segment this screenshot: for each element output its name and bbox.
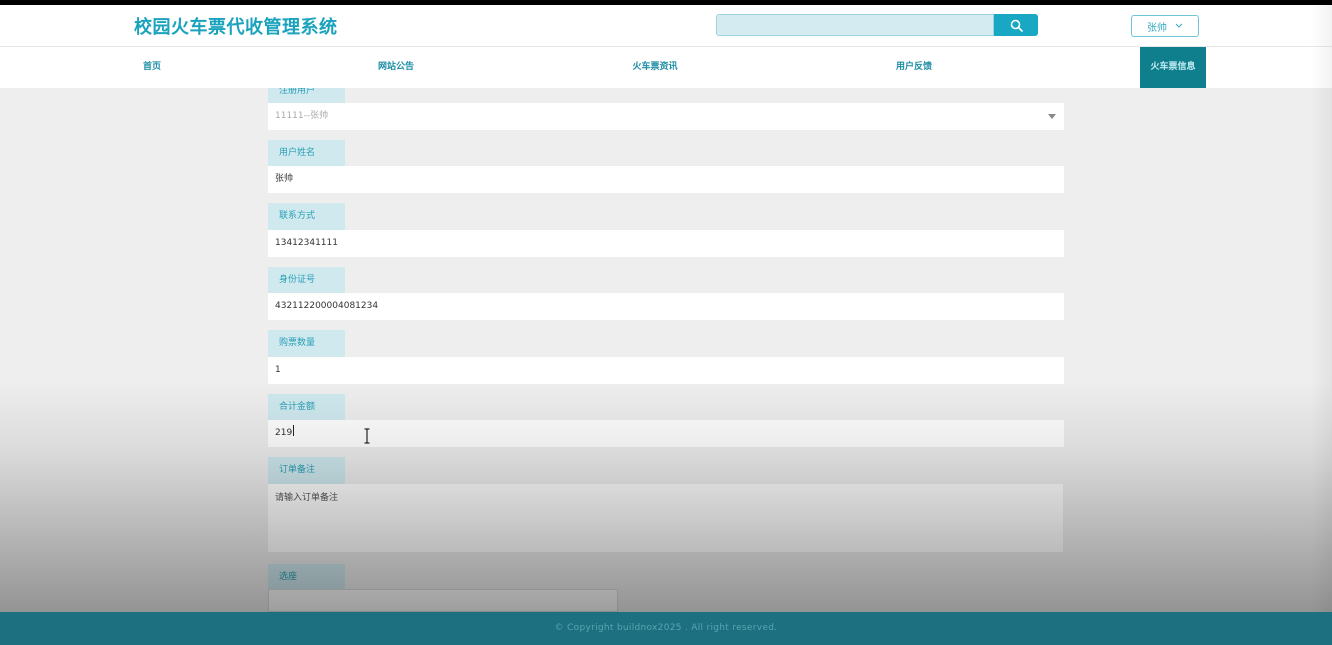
footer: © Copyright buildnox2025 . All right res… [0, 612, 1332, 645]
text-caret [293, 425, 295, 436]
order-form: 注册用户 11111--张帅 用户姓名 张帅 联系方式 13412341111 … [0, 88, 1332, 612]
field-label: 用户姓名 [268, 140, 345, 167]
user-name: 张帅 [1147, 22, 1167, 34]
seat-selector[interactable] [268, 589, 618, 612]
id-number-input[interactable]: 432112200004081234 [268, 293, 1064, 320]
user-name-input[interactable]: 张帅 [268, 166, 1064, 193]
field-label: 身份证号 [268, 267, 345, 294]
field-label: 选座 [268, 564, 345, 591]
scrollbar-track[interactable] [1310, 5, 1332, 612]
quantity-input[interactable]: 1 [268, 357, 1064, 384]
main-nav: 首页 网站公告 火车票资讯 用户反馈 火车票信息 [0, 47, 1332, 88]
contact-input[interactable]: 13412341111 [268, 230, 1064, 257]
total-amount-input[interactable]: 219 [268, 420, 1064, 447]
nav-item-home[interactable]: 首页 [132, 47, 172, 88]
field-label: 订单备注 [268, 457, 345, 484]
site-title: 校园火车票代收管理系统 [134, 17, 338, 38]
nav-item-announcements[interactable]: 网站公告 [366, 47, 426, 88]
caret-down-icon [1048, 114, 1056, 119]
field-label: 合计金额 [268, 394, 345, 421]
nav-item-ticket-info[interactable]: 火车票信息 [1140, 47, 1206, 88]
search-input[interactable] [716, 14, 994, 36]
field-label: 购票数量 [268, 330, 345, 357]
remark-textarea[interactable]: 请输入订单备注 [268, 484, 1063, 552]
field-label: 联系方式 [268, 203, 345, 230]
nav-item-train-news[interactable]: 火车票资讯 [620, 47, 690, 88]
user-dropdown[interactable]: 张帅 [1131, 15, 1199, 37]
text-cursor-icon [364, 428, 370, 444]
search-bar [716, 14, 1038, 36]
nav-item-feedback[interactable]: 用户反馈 [884, 47, 944, 88]
chevron-down-icon [1175, 23, 1183, 28]
registered-user-select[interactable]: 11111--张帅 [268, 103, 1064, 130]
search-button[interactable] [994, 14, 1038, 36]
copyright-text: © Copyright buildnox2025 . All right res… [554, 623, 778, 633]
total-amount-value: 219 [275, 428, 293, 438]
search-icon [1010, 19, 1023, 32]
header: 校园火车票代收管理系统 张帅 [0, 5, 1332, 47]
